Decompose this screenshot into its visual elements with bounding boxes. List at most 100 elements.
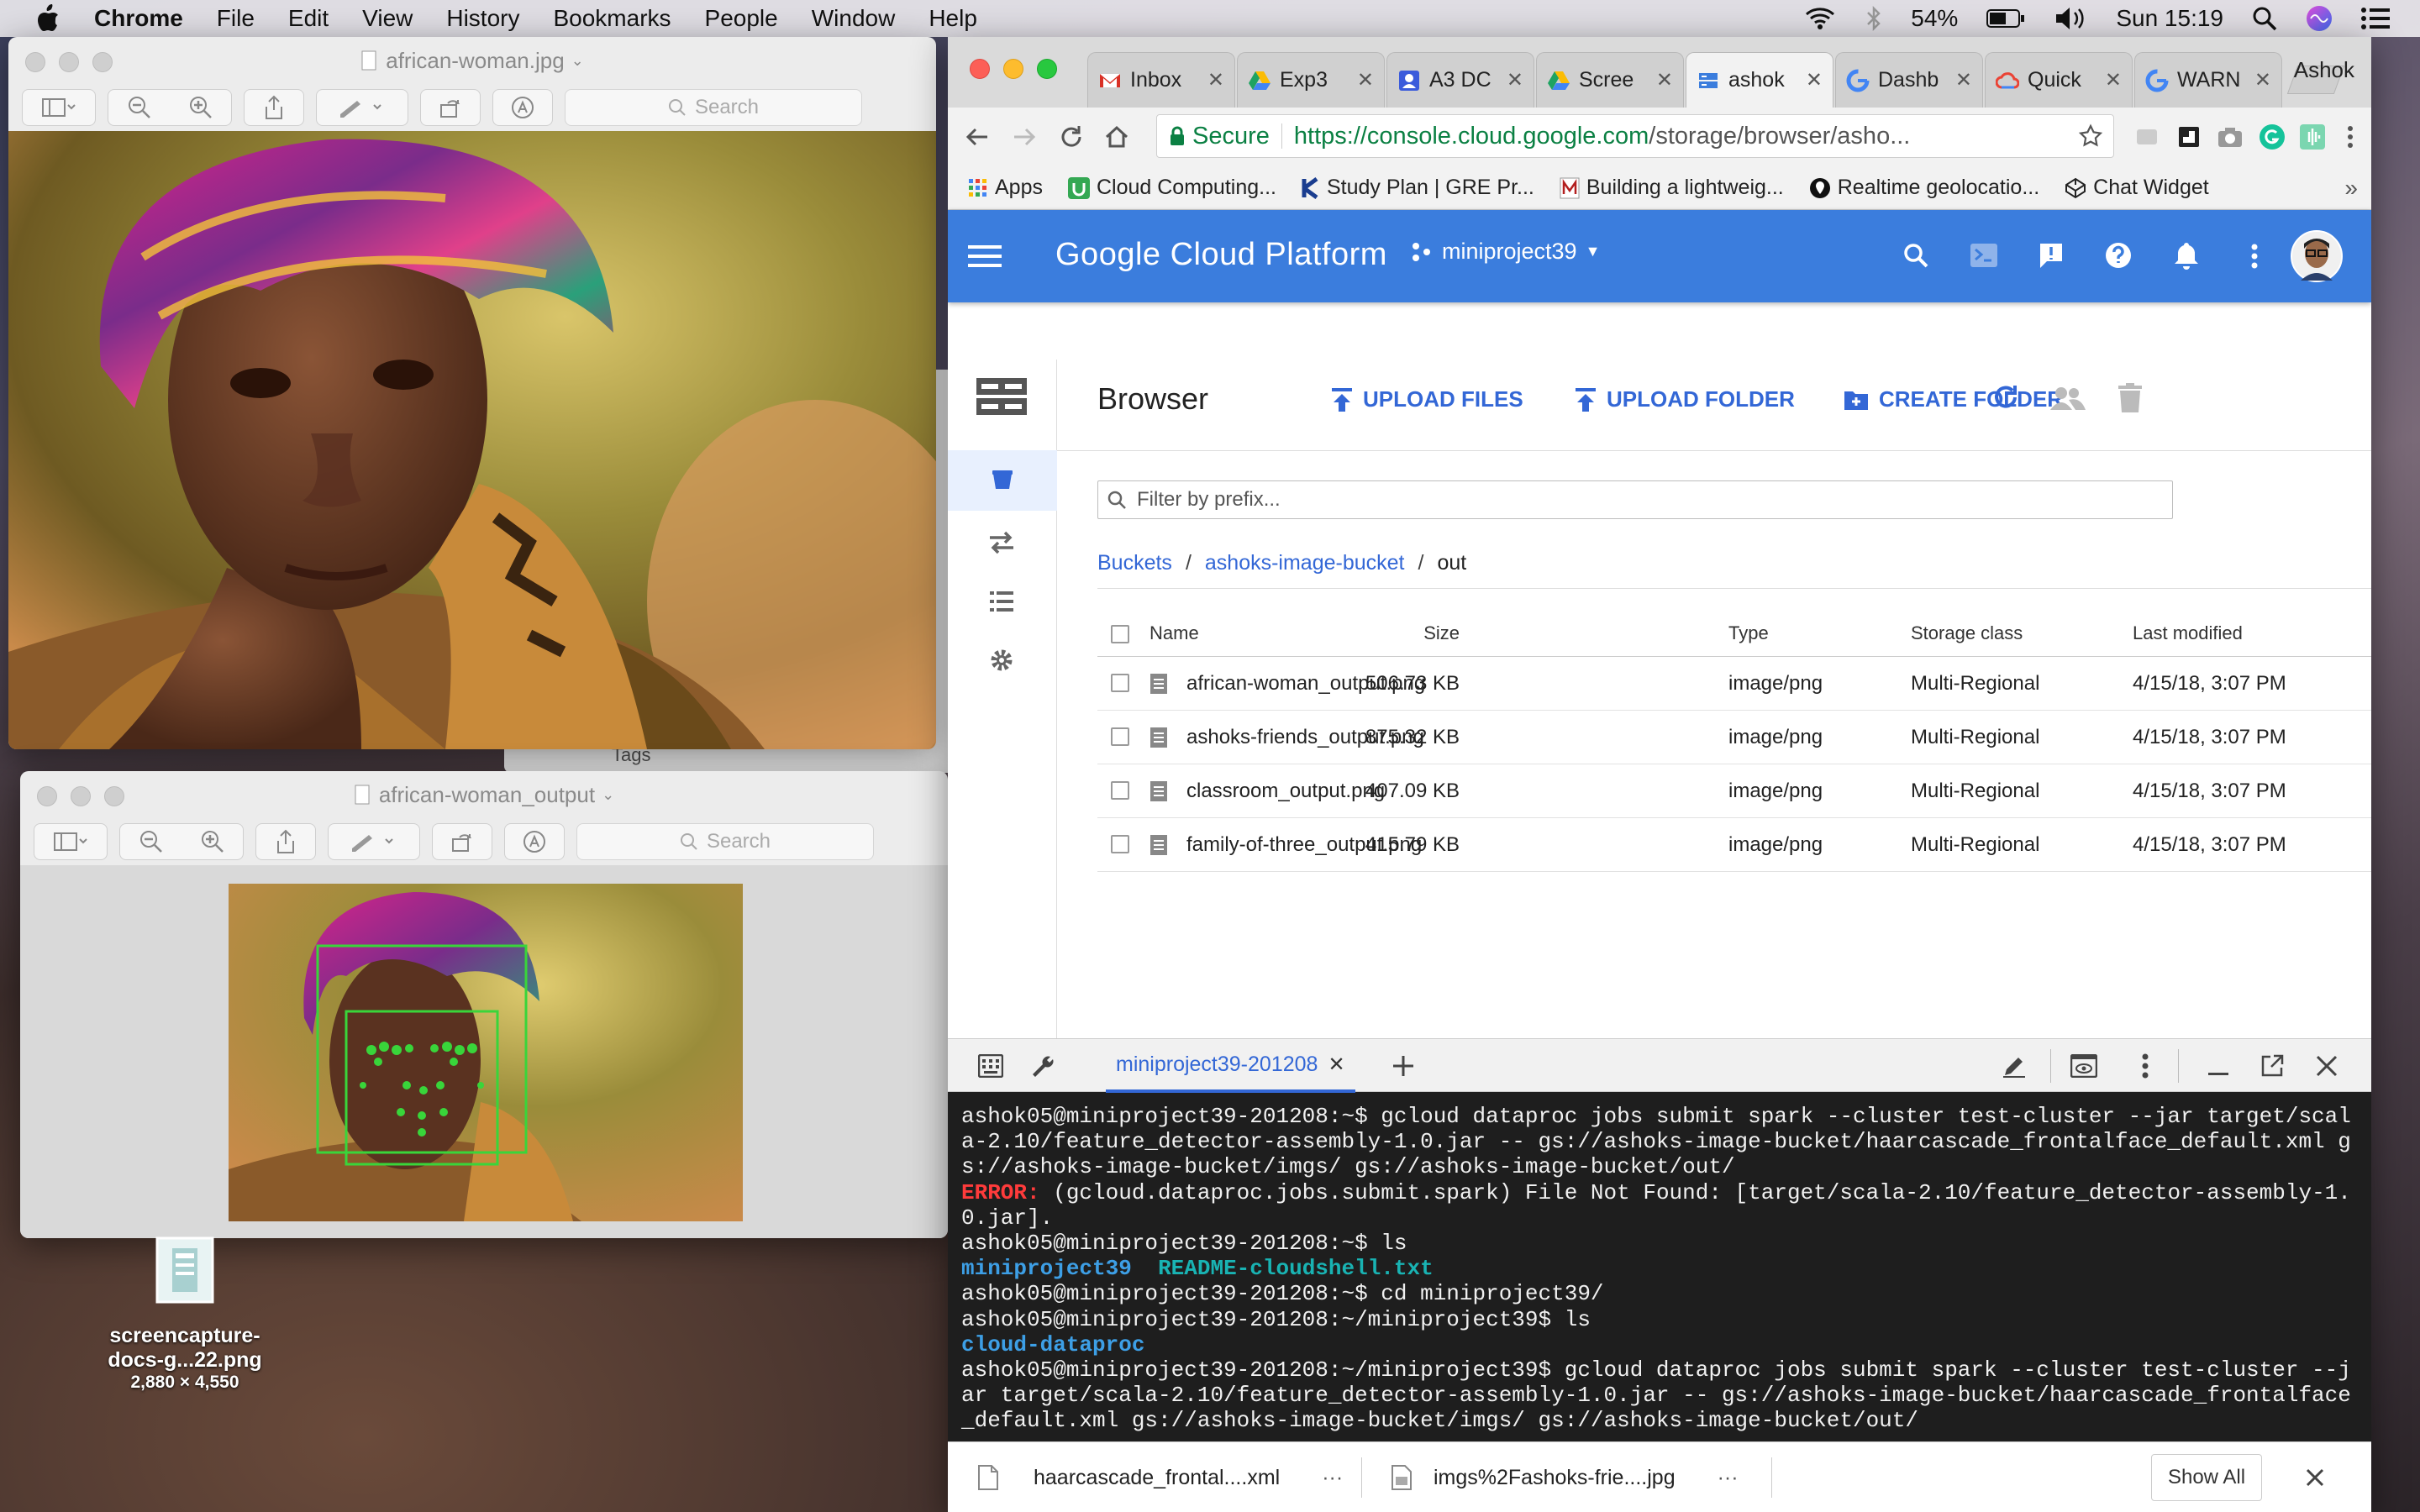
table-row[interactable]: ashoks-friends_output.png 875.32 KB imag… [1097,711,2371,764]
feedback-alert-icon[interactable] [2037,241,2065,270]
bookmark-building-lightweight[interactable]: Building a lightweig... [1560,176,1784,200]
tab-ashoks-bucket[interactable]: ashok ✕ [1686,52,1833,108]
close-tab-icon[interactable]: ✕ [1656,68,1673,92]
annotate-button[interactable] [492,89,553,126]
add-session-icon[interactable] [1392,1054,1415,1078]
row-checkbox[interactable] [1111,835,1129,853]
cloud-shell-icon[interactable] [1970,242,1998,269]
sidebar-toggle-button[interactable] [22,89,96,126]
table-row[interactable]: classroom_output.png 407.09 KB image/png… [1097,764,2371,818]
terminal-output[interactable]: ashok05@miniproject39-201208:~$ gcloud d… [948,1092,2371,1441]
rotate-button[interactable] [420,89,481,126]
project-selector[interactable]: miniproject39 ▼ [1410,239,1600,265]
share-permissions-icon[interactable] [2049,386,2086,412]
tab-screenshots[interactable]: Scree ✕ [1536,52,1684,108]
bookmark-apps[interactable]: Apps [968,176,1043,200]
close-icon[interactable] [2316,1055,2338,1077]
tab-quickstart[interactable]: Quick ✕ [1985,52,2133,108]
more-vert-icon[interactable] [2250,244,2259,269]
close-session-icon[interactable]: ✕ [1328,1053,1344,1077]
shell-more-vert-icon[interactable] [2141,1053,2149,1079]
minimize-icon[interactable] [2207,1054,2230,1078]
bookmark-chat-widget[interactable]: Chat Widget [2065,176,2209,200]
keyboard-icon[interactable] [978,1054,1003,1078]
search-icon[interactable] [1902,242,1929,269]
zoom-button[interactable] [1037,59,1057,79]
download-item[interactable]: haarcascade_frontal....xml ··· [978,1442,1343,1512]
menu-file[interactable]: File [217,5,255,32]
breadcrumb-buckets-link[interactable]: Buckets [1097,551,1172,575]
tab-inbox[interactable]: Inbox ✕ [1087,52,1235,108]
tab-dashboard[interactable]: Dashb ✕ [1835,52,1983,108]
title-chevron-icon[interactable]: ⌄ [571,52,584,70]
column-header-name[interactable]: Name [1150,622,1199,644]
minimize-button[interactable] [59,52,79,72]
tab-exp3[interactable]: Exp3 ✕ [1237,52,1385,108]
wifi-icon[interactable] [1803,6,1837,31]
menu-help[interactable]: Help [929,5,977,32]
shell-session-tab[interactable]: miniproject39-201208 ✕ [1106,1039,1355,1093]
table-row[interactable]: family-of-three_output.png 415.79 KB ima… [1097,818,2371,872]
zoom-in-icon[interactable] [188,95,213,120]
create-folder-button[interactable]: CREATE FOLDER [1844,386,2063,412]
address-bar[interactable]: Secure https://console.cloud.google.com /… [1156,114,2114,158]
download-options-icon[interactable]: ··· [1718,1466,1739,1490]
upload-files-button[interactable]: UPLOAD FILES [1331,386,1523,412]
forward-arrow-icon[interactable] [1012,124,1037,150]
battery-icon[interactable] [1986,8,2025,29]
notification-center-icon[interactable] [2361,7,2390,30]
close-tab-icon[interactable]: ✕ [2105,68,2122,92]
share-button[interactable] [255,823,316,860]
sidebar-toggle-button[interactable] [34,823,108,860]
preview-title-bar[interactable]: african-woman_output ⌄ [20,771,948,818]
open-new-window-icon[interactable] [2260,1054,2284,1078]
siri-icon[interactable] [2306,5,2333,32]
chrome-menu-icon[interactable] [2346,124,2354,150]
menu-window[interactable]: Window [812,5,896,32]
row-checkbox[interactable] [1111,727,1129,746]
zoom-out-button[interactable] [119,823,244,860]
home-icon[interactable] [1104,124,1129,150]
preview-title-bar[interactable]: african-woman.jpg ⌄ [8,37,936,84]
menu-history[interactable]: History [446,5,519,32]
extension-icon[interactable] [2134,124,2160,150]
refresh-icon[interactable] [1991,383,2020,412]
camera-icon[interactable] [2217,124,2244,150]
markup-button[interactable] [316,89,408,126]
bluetooth-icon[interactable] [1865,5,1882,32]
app-menu-chrome[interactable]: Chrome [94,5,183,32]
tab-warn[interactable]: WARN ✕ [2134,52,2282,108]
zoom-out-button[interactable] [108,89,232,126]
edit-pencil-icon[interactable] [2002,1053,2027,1079]
zoom-button[interactable] [104,786,124,806]
menu-people[interactable]: People [705,5,778,32]
rotate-button[interactable] [432,823,492,860]
pocket-icon[interactable] [2176,124,2202,150]
menu-edit[interactable]: Edit [288,5,329,32]
volume-icon[interactable] [2054,6,2087,31]
avatar[interactable] [2291,230,2343,282]
web-preview-icon[interactable] [2070,1054,2097,1078]
upload-folder-button[interactable]: UPLOAD FOLDER [1575,386,1795,412]
notifications-bell-icon[interactable] [2173,241,2200,270]
close-tab-icon[interactable]: ✕ [2254,68,2271,92]
nav-settings-gear-icon[interactable] [988,647,1015,674]
markup-button[interactable] [328,823,420,860]
spotlight-search-icon[interactable] [2252,6,2277,31]
profile-name[interactable]: Ashok [2294,57,2354,83]
bookmark-realtime-geolocation[interactable]: Realtime geolocatio... [1809,176,2039,200]
bookmark-star-icon[interactable] [2078,123,2103,149]
desktop-file[interactable]: screencapture- docs-g...22.png 2,880 × 4… [84,1236,286,1393]
column-header-last-modified[interactable]: Last modified [2133,622,2243,644]
zoom-button[interactable] [92,52,113,72]
voice-extension-icon[interactable] [2299,123,2326,150]
help-icon[interactable] [2104,241,2133,270]
bookmark-cloud-computing[interactable]: Cloud Computing... [1067,176,1276,200]
annotate-button[interactable] [504,823,565,860]
bookmarks-overflow-chevron[interactable]: » [2344,175,2358,202]
wrench-icon[interactable] [1030,1053,1055,1079]
back-arrow-icon[interactable] [965,124,990,150]
close-button[interactable] [37,786,57,806]
minimize-button[interactable] [1003,59,1023,79]
column-header-type[interactable]: Type [1728,622,1769,644]
